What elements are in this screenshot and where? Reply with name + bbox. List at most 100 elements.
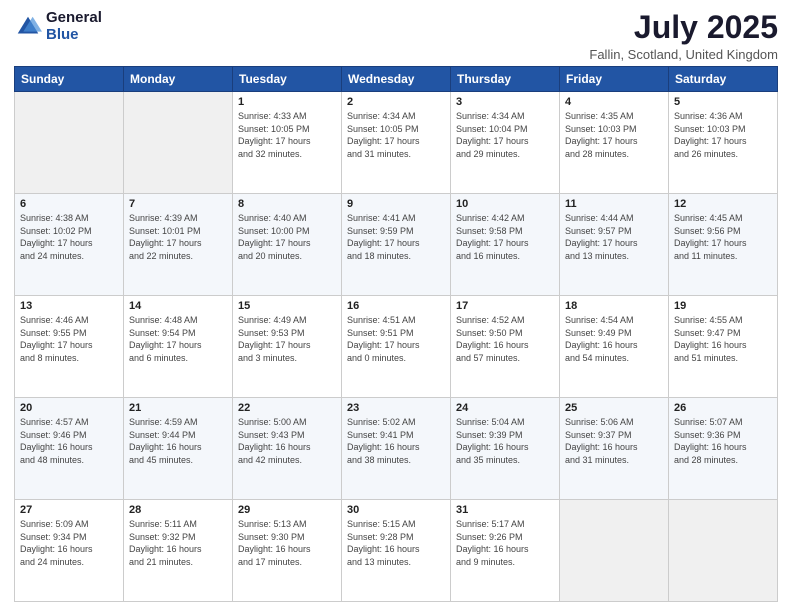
calendar-cell	[669, 500, 778, 602]
calendar-cell: 10Sunrise: 4:42 AM Sunset: 9:58 PM Dayli…	[451, 194, 560, 296]
day-number: 23	[347, 402, 445, 414]
day-info: Sunrise: 4:41 AM Sunset: 9:59 PM Dayligh…	[347, 212, 445, 262]
day-info: Sunrise: 4:59 AM Sunset: 9:44 PM Dayligh…	[129, 416, 227, 466]
day-info: Sunrise: 4:33 AM Sunset: 10:05 PM Daylig…	[238, 110, 336, 160]
day-info: Sunrise: 4:55 AM Sunset: 9:47 PM Dayligh…	[674, 314, 772, 364]
calendar-cell: 24 Sunrise: 5:04 AM Sunset: 9:39 PM Dayli…	[451, 398, 560, 500]
calendar-table: SundayMondayTuesdayWednesdayThursdayFrid…	[14, 66, 778, 602]
day-number: 4	[565, 96, 663, 108]
calendar-cell: 31 Sunrise: 5:17 AM Sunset: 9:26 PM Dayli…	[451, 500, 560, 602]
day-number: 24	[456, 402, 554, 414]
calendar-cell: 20 Sunrise: 4:57 AM Sunset: 9:46 PM Dayli…	[15, 398, 124, 500]
calendar-cell: 7 Sunrise: 4:39 AM Sunset: 10:01 PM Dayli…	[124, 194, 233, 296]
day-number: 2	[347, 96, 445, 108]
day-info: Sunrise: 4:57 AM Sunset: 9:46 PM Dayligh…	[20, 416, 118, 466]
day-info: Sunrise: 5:09 AM Sunset: 9:34 PM Dayligh…	[20, 518, 118, 568]
day-info: Sunrise: 5:02 AM Sunset: 9:41 PM Dayligh…	[347, 416, 445, 466]
calendar-cell: 8 Sunrise: 4:40 AM Sunset: 10:00 PM Dayli…	[233, 194, 342, 296]
calendar-cell: 16Sunrise: 4:51 AM Sunset: 9:51 PM Dayli…	[342, 296, 451, 398]
day-info: Sunrise: 4:54 AM Sunset: 9:49 PM Dayligh…	[565, 314, 663, 364]
day-info: Sunrise: 5:07 AM Sunset: 9:36 PM Dayligh…	[674, 416, 772, 466]
calendar-header-row: SundayMondayTuesdayWednesdayThursdayFrid…	[15, 67, 778, 92]
day-number: 27	[20, 504, 118, 516]
day-number: 17	[456, 300, 554, 312]
page: General Blue July 2025 Fallin, Scotland,…	[0, 0, 792, 612]
day-info: Sunrise: 4:40 AM Sunset: 10:00 PM Daylig…	[238, 212, 336, 262]
title-block: July 2025 Fallin, Scotland, United Kingd…	[589, 10, 778, 62]
day-number: 25	[565, 402, 663, 414]
location: Fallin, Scotland, United Kingdom	[589, 47, 778, 62]
calendar-cell: 22Sunrise: 5:00 AM Sunset: 9:43 PM Dayli…	[233, 398, 342, 500]
weekday-header: Friday	[560, 67, 669, 92]
calendar-week-row: 13Sunrise: 4:46 AM Sunset: 9:55 PM Dayli…	[15, 296, 778, 398]
day-info: Sunrise: 4:44 AM Sunset: 9:57 PM Dayligh…	[565, 212, 663, 262]
day-info: Sunrise: 4:34 AM Sunset: 10:04 PM Daylig…	[456, 110, 554, 160]
day-info: Sunrise: 5:04 AM Sunset: 9:39 PM Dayligh…	[456, 416, 554, 466]
calendar-week-row: 1 Sunrise: 4:33 AM Sunset: 10:05 PM Dayli…	[15, 92, 778, 194]
day-number: 18	[565, 300, 663, 312]
weekday-header: Tuesday	[233, 67, 342, 92]
calendar-cell: 9Sunrise: 4:41 AM Sunset: 9:59 PM Daylig…	[342, 194, 451, 296]
calendar-cell: 21 Sunrise: 4:59 AM Sunset: 9:44 PM Dayli…	[124, 398, 233, 500]
day-number: 19	[674, 300, 772, 312]
calendar-cell: 25 Sunrise: 5:06 AM Sunset: 9:37 PM Dayli…	[560, 398, 669, 500]
day-number: 31	[456, 504, 554, 516]
calendar-cell: 3 Sunrise: 4:34 AM Sunset: 10:04 PM Dayli…	[451, 92, 560, 194]
logo-text: General Blue	[46, 10, 102, 43]
day-info: Sunrise: 5:11 AM Sunset: 9:32 PM Dayligh…	[129, 518, 227, 568]
day-info: Sunrise: 4:49 AM Sunset: 9:53 PM Dayligh…	[238, 314, 336, 364]
day-number: 10	[456, 198, 554, 210]
day-info: Sunrise: 4:51 AM Sunset: 9:51 PM Dayligh…	[347, 314, 445, 364]
day-info: Sunrise: 4:52 AM Sunset: 9:50 PM Dayligh…	[456, 314, 554, 364]
calendar-cell: 5Sunrise: 4:36 AM Sunset: 10:03 PM Dayli…	[669, 92, 778, 194]
calendar-cell: 6 Sunrise: 4:38 AM Sunset: 10:02 PM Dayli…	[15, 194, 124, 296]
day-number: 28	[129, 504, 227, 516]
day-number: 11	[565, 198, 663, 210]
day-info: Sunrise: 5:17 AM Sunset: 9:26 PM Dayligh…	[456, 518, 554, 568]
weekday-header: Wednesday	[342, 67, 451, 92]
calendar-cell: 1 Sunrise: 4:33 AM Sunset: 10:05 PM Dayli…	[233, 92, 342, 194]
calendar-cell: 2 Sunrise: 4:34 AM Sunset: 10:05 PM Dayli…	[342, 92, 451, 194]
day-number: 13	[20, 300, 118, 312]
calendar-cell: 19 Sunrise: 4:55 AM Sunset: 9:47 PM Dayli…	[669, 296, 778, 398]
weekday-header: Thursday	[451, 67, 560, 92]
day-number: 8	[238, 198, 336, 210]
calendar-cell: 11 Sunrise: 4:44 AM Sunset: 9:57 PM Dayli…	[560, 194, 669, 296]
calendar-cell: 18 Sunrise: 4:54 AM Sunset: 9:49 PM Dayli…	[560, 296, 669, 398]
calendar-cell	[124, 92, 233, 194]
calendar-cell: 28 Sunrise: 5:11 AM Sunset: 9:32 PM Dayli…	[124, 500, 233, 602]
day-number: 5	[674, 96, 772, 108]
month-title: July 2025	[589, 10, 778, 45]
day-info: Sunrise: 5:06 AM Sunset: 9:37 PM Dayligh…	[565, 416, 663, 466]
day-number: 1	[238, 96, 336, 108]
day-number: 30	[347, 504, 445, 516]
day-info: Sunrise: 4:38 AM Sunset: 10:02 PM Daylig…	[20, 212, 118, 262]
weekday-header: Sunday	[15, 67, 124, 92]
day-info: Sunrise: 4:39 AM Sunset: 10:01 PM Daylig…	[129, 212, 227, 262]
calendar-cell: 29Sunrise: 5:13 AM Sunset: 9:30 PM Dayli…	[233, 500, 342, 602]
calendar-cell: 26Sunrise: 5:07 AM Sunset: 9:36 PM Dayli…	[669, 398, 778, 500]
calendar-cell: 4 Sunrise: 4:35 AM Sunset: 10:03 PM Dayli…	[560, 92, 669, 194]
calendar-cell	[15, 92, 124, 194]
calendar-week-row: 27 Sunrise: 5:09 AM Sunset: 9:34 PM Dayli…	[15, 500, 778, 602]
calendar-cell: 30 Sunrise: 5:15 AM Sunset: 9:28 PM Dayli…	[342, 500, 451, 602]
day-number: 22	[238, 402, 336, 414]
calendar-cell	[560, 500, 669, 602]
day-info: Sunrise: 4:48 AM Sunset: 9:54 PM Dayligh…	[129, 314, 227, 364]
weekday-header: Monday	[124, 67, 233, 92]
calendar-cell: 23 Sunrise: 5:02 AM Sunset: 9:41 PM Dayli…	[342, 398, 451, 500]
day-info: Sunrise: 4:35 AM Sunset: 10:03 PM Daylig…	[565, 110, 663, 160]
day-number: 6	[20, 198, 118, 210]
calendar-week-row: 20 Sunrise: 4:57 AM Sunset: 9:46 PM Dayli…	[15, 398, 778, 500]
day-number: 12	[674, 198, 772, 210]
logo-icon	[14, 13, 42, 41]
calendar-cell: 27 Sunrise: 5:09 AM Sunset: 9:34 PM Dayli…	[15, 500, 124, 602]
calendar-cell: 14Sunrise: 4:48 AM Sunset: 9:54 PM Dayli…	[124, 296, 233, 398]
day-number: 3	[456, 96, 554, 108]
day-number: 21	[129, 402, 227, 414]
weekday-header: Saturday	[669, 67, 778, 92]
day-number: 20	[20, 402, 118, 414]
day-info: Sunrise: 5:15 AM Sunset: 9:28 PM Dayligh…	[347, 518, 445, 568]
day-info: Sunrise: 4:34 AM Sunset: 10:05 PM Daylig…	[347, 110, 445, 160]
day-number: 7	[129, 198, 227, 210]
